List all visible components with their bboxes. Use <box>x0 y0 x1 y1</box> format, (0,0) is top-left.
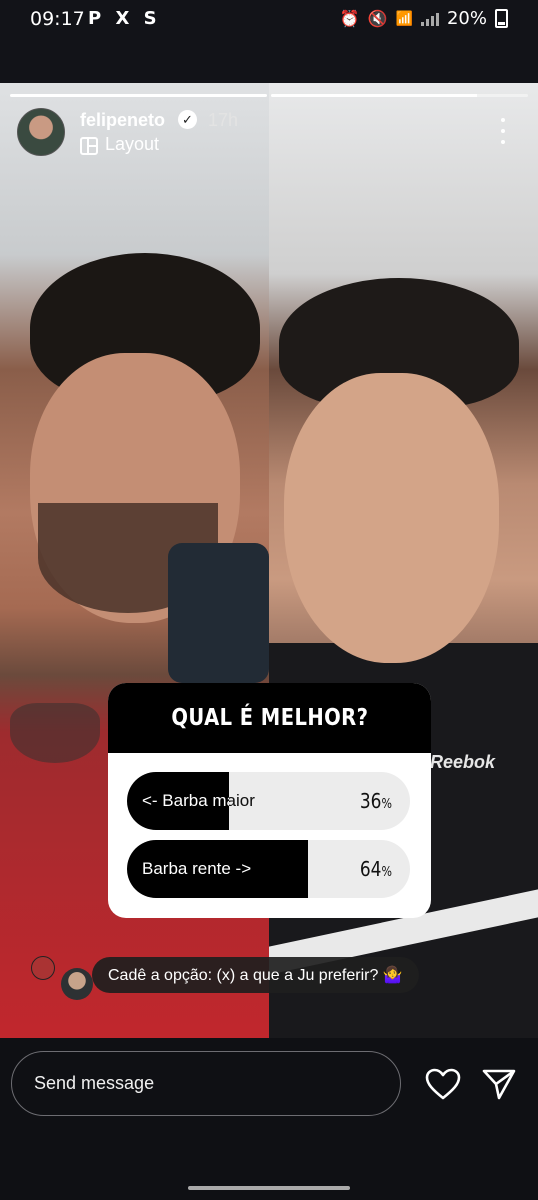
poll-sticker: QUAL É MELHOR? <- Barba maior 36% Barba … <box>108 683 431 918</box>
poll-option-label: Barba rente -> <box>142 859 252 878</box>
story-progress-segment <box>10 94 267 97</box>
poll-question: QUAL É MELHOR? <box>170 705 369 731</box>
mirror-phone <box>168 543 269 683</box>
status-time: 09:17 <box>30 8 85 30</box>
story-time-ago: 17h <box>208 110 239 130</box>
signal-icon <box>420 12 439 26</box>
status-right-group: ⏰ 🔇 📶 20% <box>340 8 508 29</box>
verified-badge-icon: ✓ <box>178 110 197 129</box>
comment-bubble[interactable]: Cadê a opção: (x) a que a Ju preferir? 🤷… <box>92 957 419 993</box>
story-progress-bar <box>10 94 528 97</box>
battery-percent: 20% <box>446 8 487 29</box>
shirt-brand-logo: Reebok <box>430 752 496 772</box>
send-icon[interactable] <box>482 1068 516 1100</box>
battery-icon <box>495 9 508 28</box>
percent-sign: % <box>381 797 393 812</box>
poll-option[interactable]: Barba rente -> 64% <box>127 840 410 898</box>
story-progress-segment <box>271 94 528 97</box>
home-indicator <box>188 1186 350 1190</box>
poll-option-percent: 64% <box>360 857 393 881</box>
chest-tattoo <box>10 703 100 763</box>
commenter-avatar <box>61 968 93 1000</box>
heart-icon[interactable] <box>425 1068 461 1100</box>
story-username[interactable]: felipeneto <box>80 110 165 131</box>
alarm-icon: ⏰ <box>339 9 360 28</box>
photo-right-face <box>284 373 499 663</box>
send-message-input[interactable] <box>11 1051 401 1116</box>
mute-icon: 🔇 <box>367 9 388 28</box>
poll-header: QUAL É MELHOR? <box>108 683 431 753</box>
layout-icon[interactable] <box>80 137 98 155</box>
commenter-avatar-small <box>31 956 55 980</box>
status-bar: 09:17 P X S ⏰ 🔇 📶 20% <box>0 0 538 40</box>
more-options-icon[interactable] <box>498 118 508 144</box>
poll-option-label: <- Barba maior <box>142 791 255 810</box>
poll-option[interactable]: <- Barba maior 36% <box>127 772 410 830</box>
progress-fill <box>271 94 477 97</box>
percent-sign: % <box>381 865 393 880</box>
progress-fill <box>10 94 267 97</box>
layout-label[interactable]: Layout <box>105 134 159 155</box>
wifi-icon: 📶 <box>395 10 413 27</box>
poll-option-percent: 36% <box>360 789 393 813</box>
profile-avatar[interactable] <box>17 108 65 156</box>
notification-app-icons: P X S <box>88 8 161 29</box>
